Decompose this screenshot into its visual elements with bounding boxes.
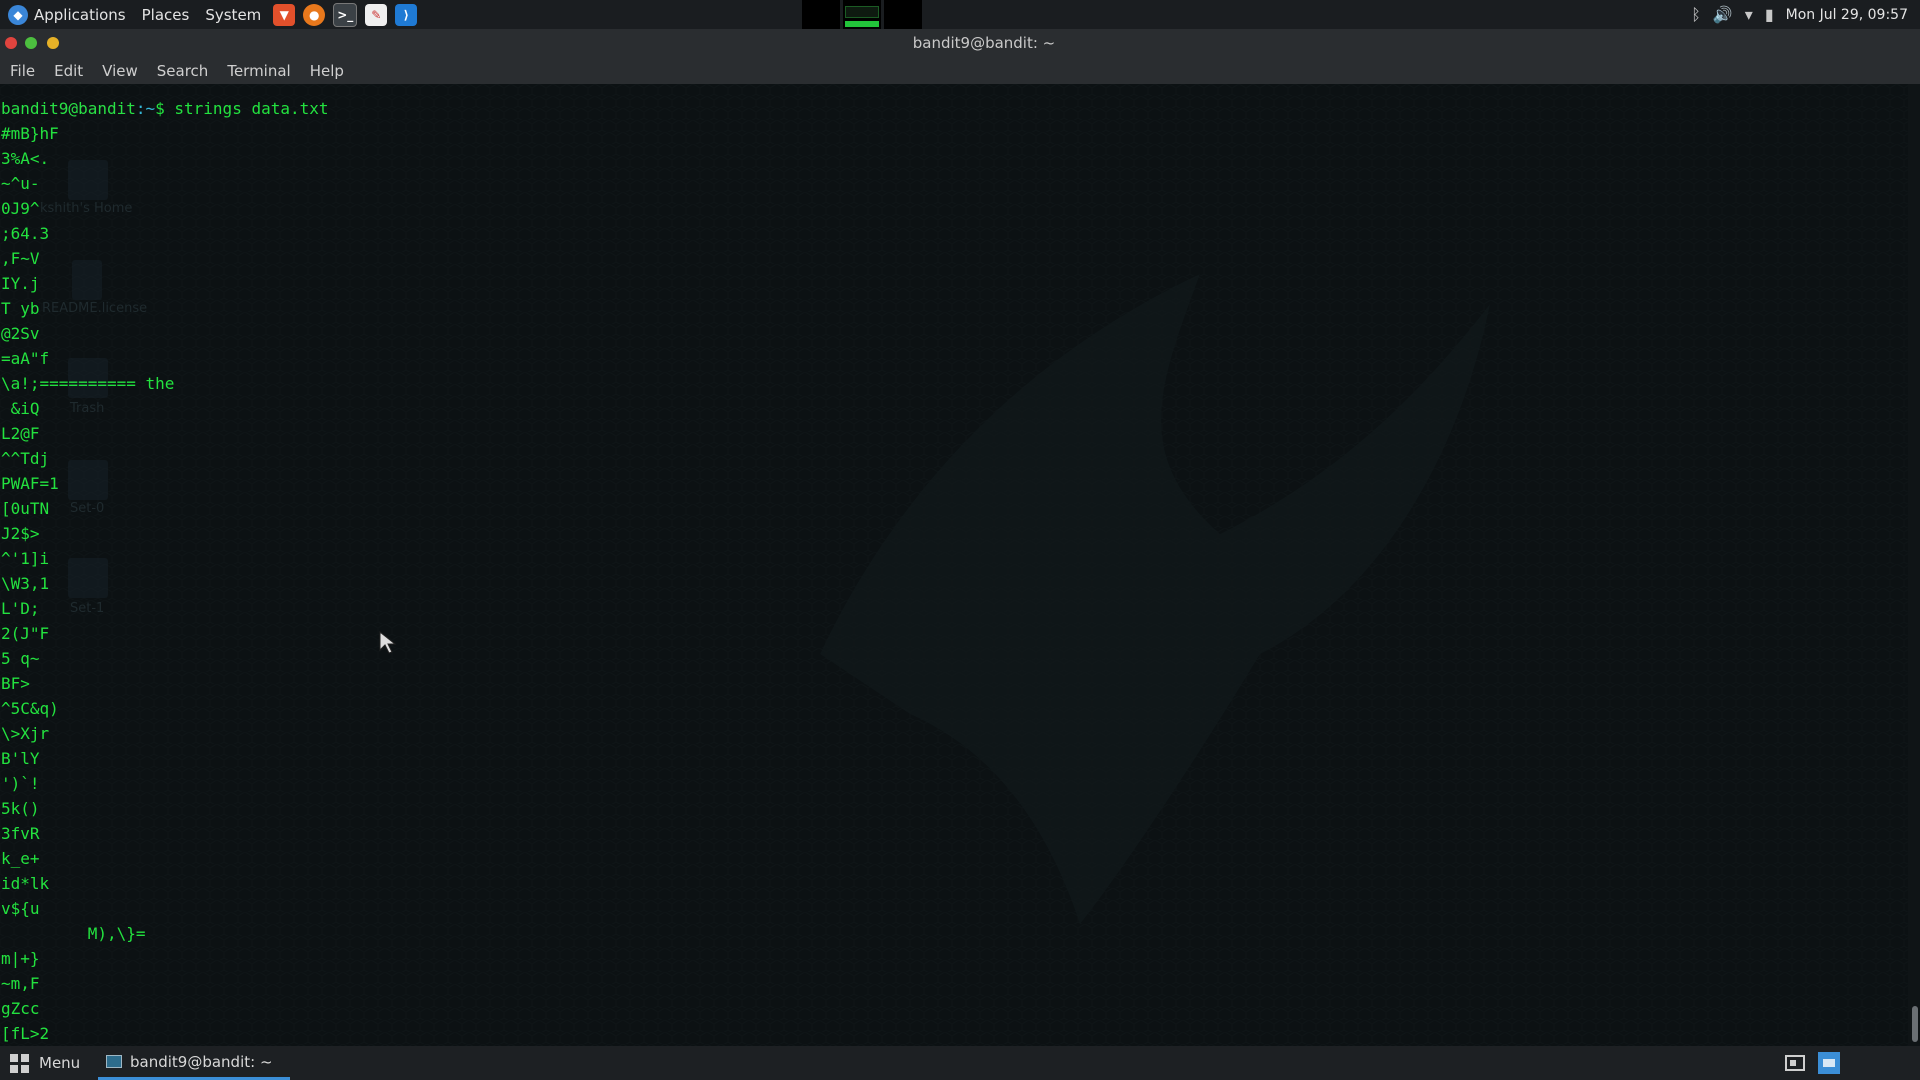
vscode-icon[interactable]: ⟩ (395, 3, 418, 26)
grid-menu-icon (10, 1053, 29, 1073)
system-menu[interactable]: System (197, 0, 269, 29)
brave-browser-icon[interactable]: ▼ (273, 3, 296, 26)
menu-help[interactable]: Help (300, 62, 353, 80)
applications-menu[interactable]: ◆ Applications (0, 0, 134, 29)
menu-terminal[interactable]: Terminal (217, 62, 299, 80)
command-output: #mB}hF 3%A<. ~^u- 0J9^ ;64.3 ,F~V IY.j T… (1, 124, 175, 1043)
prompt-user: bandit9@bandit (1, 99, 136, 118)
workspace-1[interactable] (802, 0, 840, 29)
terminal-scrollbar[interactable] (1908, 84, 1920, 1046)
taskbar-item-label: bandit9@bandit: ~ (130, 1052, 273, 1071)
volume-icon[interactable]: 🔊 (1713, 5, 1733, 24)
terminal-icon[interactable]: >_ (333, 2, 358, 27)
menu-label: Menu (39, 1054, 81, 1072)
menu-view[interactable]: View (92, 62, 147, 80)
window-title: bandit9@bandit: ~ (912, 34, 1056, 52)
text-editor-icon[interactable]: ✎ (365, 3, 388, 26)
prompt-path: :~ (135, 99, 156, 118)
desktop: ◆ Applications Places System ▼ ● >_ ✎ ⟩ … (0, 0, 1920, 1080)
workspace-2[interactable] (843, 0, 881, 29)
top-panel: ◆ Applications Places System ▼ ● >_ ✎ ⟩ … (0, 0, 1920, 29)
distro-logo-icon: ◆ (8, 4, 28, 25)
bottom-tray (1784, 1052, 1840, 1074)
applications-label: Applications (34, 5, 126, 24)
bottom-panel: Menu bandit9@bandit: ~ (0, 1046, 1920, 1080)
terminal-output-area[interactable]: kshith's Home README.license Trash Set-0… (0, 84, 1920, 1046)
battery-icon[interactable]: ▮ (1765, 5, 1774, 24)
terminal-menubar: File Edit View Search Terminal Help (0, 58, 1920, 84)
menu-search[interactable]: Search (147, 62, 218, 80)
system-tray: ᛒ 🔊 ▾ ▮ Mon Jul 29, 09:57 (1691, 0, 1920, 29)
menu-button[interactable]: Menu (10, 1046, 80, 1080)
window-titlebar[interactable]: bandit9@bandit: ~ (0, 29, 1920, 58)
workspace-switcher (802, 0, 922, 29)
menu-edit[interactable]: Edit (44, 62, 92, 80)
clock[interactable]: Mon Jul 29, 09:57 (1786, 7, 1908, 23)
screenshot-tool-icon[interactable] (1784, 1052, 1806, 1074)
workspace-3[interactable] (884, 0, 922, 29)
bluetooth-icon[interactable]: ᛒ (1691, 5, 1701, 24)
command-text: strings data.txt (174, 99, 329, 118)
places-menu[interactable]: Places (134, 0, 198, 29)
mouse-pointer-icon (379, 631, 397, 654)
taskbar-item-terminal[interactable]: bandit9@bandit: ~ (98, 1046, 290, 1080)
wifi-icon[interactable]: ▾ (1745, 5, 1753, 24)
terminal-window-icon (106, 1055, 122, 1068)
firefox-icon[interactable]: ● (303, 3, 326, 26)
prompt-symbol: $ (155, 99, 175, 118)
terminal-text[interactable]: bandit9@bandit:~$ strings data.txt #mB}h… (1, 96, 329, 1046)
system-label: System (205, 5, 262, 24)
wallpaper-dragon-shape (820, 274, 1490, 924)
menu-file[interactable]: File (0, 62, 44, 80)
scrollbar-thumb[interactable] (1912, 1006, 1918, 1042)
show-desktop-icon[interactable] (1818, 1052, 1840, 1074)
places-label: Places (141, 5, 190, 24)
